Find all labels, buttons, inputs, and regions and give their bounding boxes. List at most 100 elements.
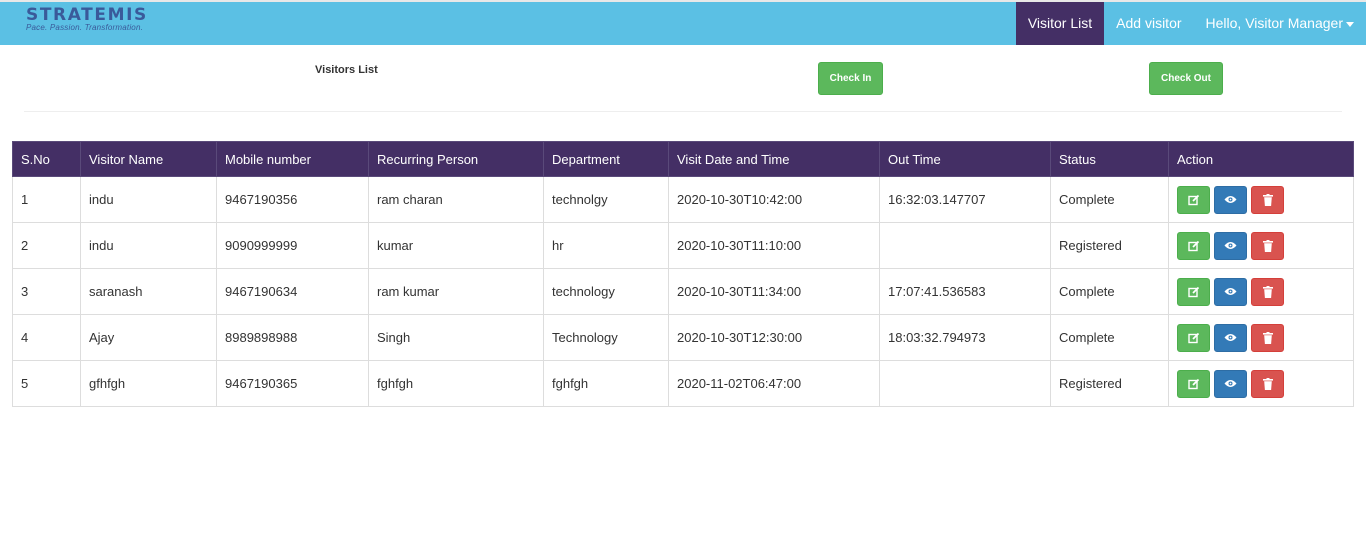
out-time-cell bbox=[879, 222, 1051, 269]
delete-button[interactable] bbox=[1251, 277, 1284, 306]
edit-icon bbox=[1187, 240, 1200, 252]
table-row: 4 Ajay 8989898988 Singh Technology 2020-10-30… bbox=[12, 314, 1354, 361]
delete-button[interactable] bbox=[1251, 323, 1284, 352]
column-header: Visitor Name bbox=[80, 141, 217, 177]
nav-add-visitor[interactable]: Add visitor bbox=[1104, 2, 1193, 45]
action-cell bbox=[1168, 176, 1354, 223]
department-cell: Technology bbox=[543, 314, 669, 361]
recurring-person-cell: kumar bbox=[368, 222, 544, 269]
page-title: Visitors List bbox=[315, 64, 378, 76]
out-time-cell: 17:07:41.536583 bbox=[879, 268, 1051, 315]
visitor-name-cell: indu bbox=[80, 222, 217, 269]
status-cell: Complete bbox=[1050, 176, 1169, 223]
delete-button[interactable] bbox=[1251, 369, 1284, 398]
status-cell: Complete bbox=[1050, 314, 1169, 361]
visitor-name-cell: gfhfgh bbox=[80, 360, 217, 407]
eye-icon bbox=[1224, 333, 1237, 342]
delete-button[interactable] bbox=[1251, 185, 1284, 214]
visitor-name-cell: saranash bbox=[80, 268, 217, 315]
trash-icon bbox=[1262, 331, 1273, 344]
visit-datetime-cell: 2020-10-30T11:10:00 bbox=[668, 222, 880, 269]
table-row: 3 saranash 9467190634 ram kumar technology 20… bbox=[12, 268, 1354, 315]
visit-datetime-cell: 2020-11-02T06:47:00 bbox=[668, 360, 880, 407]
edit-button[interactable] bbox=[1177, 277, 1210, 306]
view-button[interactable] bbox=[1214, 277, 1247, 306]
edit-button[interactable] bbox=[1177, 323, 1210, 352]
column-header: Action bbox=[1168, 141, 1354, 177]
column-header: Mobile number bbox=[216, 141, 369, 177]
visitor-name-cell: indu bbox=[80, 176, 217, 223]
check-out-button[interactable]: Check Out bbox=[1149, 62, 1223, 95]
recurring-person-cell: fghfgh bbox=[368, 360, 544, 407]
column-header: Visit Date and Time bbox=[668, 141, 880, 177]
column-header: Out Time bbox=[879, 141, 1051, 177]
department-cell: fghfgh bbox=[543, 360, 669, 407]
nav-visitor-list[interactable]: Visitor List bbox=[1015, 2, 1105, 45]
logo-tagline: Pace. Passion. Transformation. bbox=[26, 23, 144, 32]
edit-icon bbox=[1187, 378, 1200, 390]
status-cell: Registered bbox=[1050, 360, 1169, 407]
caret-down-icon bbox=[1346, 21, 1354, 27]
view-button[interactable] bbox=[1214, 231, 1247, 260]
trash-icon bbox=[1262, 377, 1273, 390]
serial-number-cell: 5 bbox=[12, 360, 81, 407]
trash-icon bbox=[1262, 239, 1273, 252]
column-header: Status bbox=[1050, 141, 1169, 177]
recurring-person-cell: Singh bbox=[368, 314, 544, 361]
action-buttons bbox=[1177, 185, 1284, 214]
visitors-table: S.No Visitor Name Mobile number Recurrin… bbox=[12, 141, 1354, 407]
eye-icon bbox=[1224, 241, 1237, 250]
visit-datetime-cell: 2020-10-30T12:30:00 bbox=[668, 314, 880, 361]
recurring-person-cell: ram kumar bbox=[368, 268, 544, 315]
out-time-cell: 18:03:32.794973 bbox=[879, 314, 1051, 361]
nav-menu: Visitor List Add visitor Hello, Visitor … bbox=[1015, 2, 1366, 45]
action-buttons bbox=[1177, 369, 1284, 398]
out-time-cell: 16:32:03.147707 bbox=[879, 176, 1051, 223]
table-row: 5 gfhfgh 9467190365 fghfgh fghfgh 2020-11-02T… bbox=[12, 360, 1354, 407]
action-cell bbox=[1168, 314, 1354, 361]
stratemis-logo[interactable]: STRATEMIS Pace. Passion. Transformation. bbox=[26, 6, 148, 33]
recurring-person-cell: ram charan bbox=[368, 176, 544, 223]
top-navbar: STRATEMIS Pace. Passion. Transformation.… bbox=[0, 0, 1366, 45]
serial-number-cell: 3 bbox=[12, 268, 81, 315]
column-header: Department bbox=[543, 141, 669, 177]
department-cell: technology bbox=[543, 268, 669, 315]
edit-icon bbox=[1187, 194, 1200, 206]
view-button[interactable] bbox=[1214, 185, 1247, 214]
action-cell bbox=[1168, 222, 1354, 269]
serial-number-cell: 4 bbox=[12, 314, 81, 361]
mobile-number-cell: 9467190634 bbox=[216, 268, 369, 315]
status-cell: Complete bbox=[1050, 268, 1169, 315]
divider bbox=[24, 111, 1342, 112]
visitor-name-cell: Ajay bbox=[80, 314, 217, 361]
visit-datetime-cell: 2020-10-30T11:34:00 bbox=[668, 268, 880, 315]
out-time-cell bbox=[879, 360, 1051, 407]
action-cell bbox=[1168, 360, 1354, 407]
edit-button[interactable] bbox=[1177, 185, 1210, 214]
view-button[interactable] bbox=[1214, 369, 1247, 398]
department-cell: technolgy bbox=[543, 176, 669, 223]
eye-icon bbox=[1224, 195, 1237, 204]
trash-icon bbox=[1262, 285, 1273, 298]
column-header: S.No bbox=[12, 141, 81, 177]
action-cell bbox=[1168, 268, 1354, 315]
view-button[interactable] bbox=[1214, 323, 1247, 352]
table-header-row: S.No Visitor Name Mobile number Recurrin… bbox=[12, 141, 1354, 177]
mobile-number-cell: 9467190365 bbox=[216, 360, 369, 407]
column-header: Recurring Person bbox=[368, 141, 544, 177]
delete-button[interactable] bbox=[1251, 231, 1284, 260]
edit-icon bbox=[1187, 332, 1200, 344]
status-cell: Registered bbox=[1050, 222, 1169, 269]
visit-datetime-cell: 2020-10-30T10:42:00 bbox=[668, 176, 880, 223]
user-menu-dropdown[interactable]: Hello, Visitor Manager bbox=[1194, 2, 1366, 45]
check-in-button[interactable]: Check In bbox=[818, 62, 883, 95]
trash-icon bbox=[1262, 193, 1273, 206]
edit-button[interactable] bbox=[1177, 369, 1210, 398]
edit-button[interactable] bbox=[1177, 231, 1210, 260]
table-row: 2 indu 9090999999 kumar hr 2020-10-30T11:10:0… bbox=[12, 222, 1354, 269]
table-body: 1 indu 9467190356 ram charan technolgy 2020-1… bbox=[12, 176, 1354, 407]
serial-number-cell: 1 bbox=[12, 176, 81, 223]
serial-number-cell: 2 bbox=[12, 222, 81, 269]
mobile-number-cell: 9467190356 bbox=[216, 176, 369, 223]
action-buttons bbox=[1177, 323, 1284, 352]
